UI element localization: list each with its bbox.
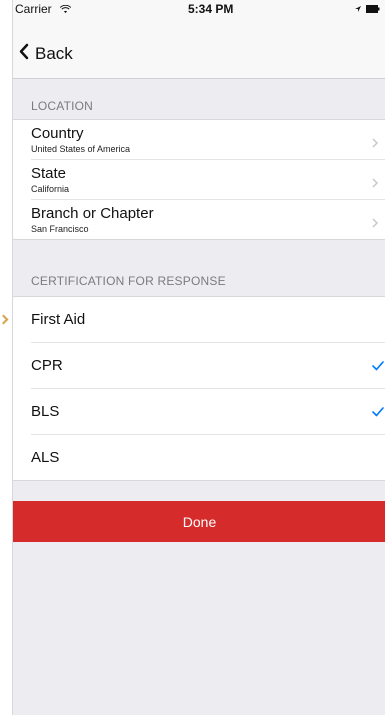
app-screen: Carrier 5:34 PM Back LOCATION Country Un… [12, 0, 385, 715]
cert-row-cpr[interactable]: CPR [31, 343, 385, 389]
location-arrow-icon [354, 2, 362, 16]
location-row-state[interactable]: State California [31, 160, 385, 200]
als-label: ALS [31, 449, 60, 466]
chevron-right-icon [372, 135, 379, 153]
branch-value: San Francisco [31, 224, 89, 234]
branch-title: Branch or Chapter [31, 205, 154, 222]
country-title: Country [31, 125, 84, 142]
certification-header-text: CERTIFICATION FOR RESPONSE [31, 274, 226, 288]
status-right-icons [354, 2, 380, 16]
status-bar: Carrier 5:34 PM [13, 0, 385, 18]
location-header-text: LOCATION [31, 99, 94, 113]
checkmark-icon [372, 358, 384, 376]
bls-label: BLS [31, 403, 60, 420]
battery-icon [366, 2, 380, 16]
location-row-branch[interactable]: Branch or Chapter San Francisco [31, 200, 385, 239]
certification-group: First Aid CPR BLS ALS [13, 296, 385, 481]
back-button[interactable]: Back [19, 43, 73, 65]
first-aid-label: First Aid [31, 311, 86, 328]
location-group: Country United States of America State C… [13, 119, 385, 240]
back-label: Back [35, 44, 73, 63]
cert-row-als[interactable]: ALS [31, 435, 385, 480]
chevron-right-icon [372, 215, 379, 233]
location-row-country[interactable]: Country United States of America [31, 120, 385, 160]
cert-row-first-aid[interactable]: First Aid [31, 297, 385, 343]
location-section-header: LOCATION [13, 79, 385, 119]
navigation-bar: Back [13, 18, 385, 79]
state-title: State [31, 165, 67, 182]
wifi-icon [59, 3, 72, 17]
chevron-right-icon [372, 175, 379, 193]
cpr-label: CPR [31, 357, 63, 374]
done-label: Done [182, 513, 217, 530]
country-value: United States of America [31, 144, 131, 154]
chevron-left-icon [19, 43, 29, 65]
left-edge-marker [0, 314, 9, 325]
done-button[interactable]: Done [13, 501, 385, 542]
certification-section-header: CERTIFICATION FOR RESPONSE [13, 240, 385, 296]
state-value: California [31, 184, 70, 194]
clock: 5:34 PM [188, 2, 234, 16]
cert-row-bls[interactable]: BLS [31, 389, 385, 435]
checkmark-icon [372, 404, 384, 422]
carrier-label: Carrier [15, 2, 52, 16]
